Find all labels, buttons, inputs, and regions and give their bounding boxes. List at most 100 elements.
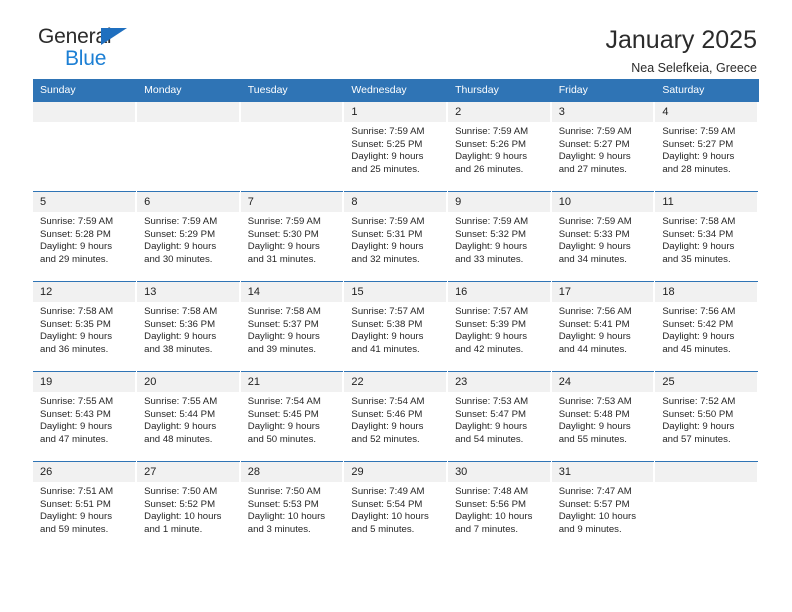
calendar-day-cell-empty (240, 101, 345, 192)
calendar-day-cell[interactable]: 7 Sunrise: 7:59 AM Sunset: 5:30 PM Daylight… (240, 191, 345, 282)
day-details: Sunrise: 7:57 AM Sunset: 5:38 PM Daylight:… (344, 302, 447, 356)
sunrise-text: Sunrise: 7:47 AM (558, 486, 632, 497)
calendar-day-cell[interactable]: 29 Sunrise: 7:49 AM Sunset: 5:54 PM Dayligh… (343, 461, 449, 552)
calendar-day-cell[interactable]: 9 Sunrise: 7:59 AM Sunset: 5:32 PM Daylight… (447, 191, 552, 282)
sunset-text: Sunset: 5:37 PM (247, 318, 319, 330)
calendar-week-row: 1 Sunrise: 7:59 AM Sunset: 5:25 PM Daylight… (33, 101, 759, 192)
calendar-day-cell[interactable]: 17 Sunrise: 7:56 AM Sunset: 5:41 PM Dayligh… (551, 281, 656, 372)
day-number: 4 (655, 102, 758, 122)
calendar-day-cell[interactable]: 14 Sunrise: 7:58 AM Sunset: 5:37 PM Dayligh… (240, 281, 345, 372)
daylight-text-line1: Daylight: 10 hours (247, 511, 326, 523)
daylight-text-line2: and 29 minutes. (40, 253, 109, 265)
daylight-text-line2: and 27 minutes. (558, 163, 627, 175)
calendar-day-cell[interactable]: 5 Sunrise: 7:59 AM Sunset: 5:28 PM Daylight… (33, 191, 138, 282)
calendar-day-cell[interactable]: 6 Sunrise: 7:59 AM Sunset: 5:29 PM Daylight… (136, 191, 241, 282)
calendar-day-cell[interactable]: 23 Sunrise: 7:53 AM Sunset: 5:47 PM Dayligh… (447, 371, 552, 462)
calendar-day-cell[interactable]: 31 Sunrise: 7:47 AM Sunset: 5:57 PM Dayligh… (551, 461, 656, 552)
day-number: 7 (240, 192, 344, 212)
day-number: 1 (344, 102, 448, 122)
daylight-text-line1: Daylight: 9 hours (247, 421, 320, 433)
daylight-text-line1: Daylight: 10 hours (558, 511, 637, 523)
daylight-text-line1: Daylight: 10 hours (455, 511, 533, 523)
sunset-text: Sunset: 5:31 PM (351, 228, 423, 240)
page-subtitle: Nea Selefkeia, Greece (631, 61, 757, 75)
sunrise-text: Sunrise: 7:50 AM (247, 486, 321, 497)
day-details: Sunrise: 7:53 AM Sunset: 5:47 PM Daylight:… (448, 392, 551, 446)
calendar-day-cell[interactable]: 26 Sunrise: 7:51 AM Sunset: 5:51 PM Dayligh… (33, 461, 138, 552)
calendar-day-cell[interactable]: 20 Sunrise: 7:55 AM Sunset: 5:44 PM Dayligh… (136, 371, 241, 462)
daylight-text-line1: Daylight: 9 hours (558, 151, 631, 163)
sunset-text: Sunset: 5:36 PM (144, 318, 216, 330)
day-number: 3 (551, 102, 655, 122)
daylight-text-line1: Daylight: 9 hours (144, 241, 217, 253)
day-number: 18 (655, 282, 758, 302)
sunrise-text: Sunrise: 7:59 AM (558, 126, 632, 137)
daylight-text-line2: and 55 minutes. (558, 433, 627, 445)
day-number: 25 (655, 372, 758, 392)
calendar-day-cell[interactable]: 2 Sunrise: 7:59 AM Sunset: 5:26 PM Daylight… (447, 101, 552, 192)
calendar-day-cell[interactable]: 19 Sunrise: 7:55 AM Sunset: 5:43 PM Dayligh… (33, 371, 138, 462)
daylight-text-line1: Daylight: 9 hours (662, 421, 735, 433)
calendar-day-cell[interactable]: 22 Sunrise: 7:54 AM Sunset: 5:46 PM Dayligh… (343, 371, 449, 462)
sunrise-text: Sunrise: 7:59 AM (662, 126, 736, 137)
daylight-text-line2: and 44 minutes. (558, 343, 627, 355)
calendar-week-row: 26 Sunrise: 7:51 AM Sunset: 5:51 PM Dayligh… (33, 461, 759, 552)
daylight-text-line1: Daylight: 9 hours (351, 421, 424, 433)
daylight-text-line1: Daylight: 9 hours (558, 241, 631, 253)
day-number: 10 (551, 192, 655, 212)
sunset-text: Sunset: 5:54 PM (351, 498, 423, 510)
calendar-day-cell[interactable]: 3 Sunrise: 7:59 AM Sunset: 5:27 PM Daylight… (551, 101, 656, 192)
daylight-text-line2: and 52 minutes. (351, 433, 420, 445)
calendar-day-cell[interactable]: 27 Sunrise: 7:50 AM Sunset: 5:52 PM Dayligh… (136, 461, 241, 552)
calendar-day-cell[interactable]: 24 Sunrise: 7:53 AM Sunset: 5:48 PM Dayligh… (551, 371, 656, 462)
calendar-day-cell[interactable]: 4 Sunrise: 7:59 AM Sunset: 5:27 PM Daylight… (654, 101, 759, 192)
day-details: Sunrise: 7:58 AM Sunset: 5:35 PM Daylight:… (33, 302, 136, 356)
daylight-text-line2: and 1 minute. (144, 523, 203, 535)
daylight-text-line2: and 59 minutes. (40, 523, 109, 535)
calendar-day-cell[interactable]: 16 Sunrise: 7:57 AM Sunset: 5:39 PM Dayligh… (447, 281, 552, 372)
daylight-text-line1: Daylight: 9 hours (558, 421, 631, 433)
daylight-text-line2: and 31 minutes. (247, 253, 317, 265)
calendar-day-cell[interactable]: 8 Sunrise: 7:59 AM Sunset: 5:31 PM Daylight… (343, 191, 449, 282)
daylight-text-line1: Daylight: 9 hours (351, 151, 424, 163)
calendar-day-cell[interactable]: 13 Sunrise: 7:58 AM Sunset: 5:36 PM Dayligh… (136, 281, 241, 372)
calendar-day-cell[interactable]: 10 Sunrise: 7:59 AM Sunset: 5:33 PM Dayligh… (551, 191, 656, 282)
day-details: Sunrise: 7:47 AM Sunset: 5:57 PM Daylight:… (552, 482, 655, 536)
day-details: Sunrise: 7:48 AM Sunset: 5:56 PM Daylight:… (448, 482, 551, 536)
daylight-text-line2: and 9 minutes. (558, 523, 622, 535)
calendar-day-cell-empty (654, 461, 759, 552)
sunset-text: Sunset: 5:28 PM (40, 228, 111, 240)
sunrise-text: Sunrise: 7:56 AM (558, 306, 632, 317)
daylight-text-line1: Daylight: 9 hours (662, 331, 735, 343)
day-details (655, 482, 758, 486)
calendar-day-cell[interactable]: 18 Sunrise: 7:56 AM Sunset: 5:42 PM Dayligh… (654, 281, 759, 372)
sunrise-text: Sunrise: 7:59 AM (351, 216, 425, 227)
calendar-day-cell[interactable]: 1 Sunrise: 7:59 AM Sunset: 5:25 PM Daylight… (343, 101, 449, 192)
weekday-header-thursday: Thursday (447, 79, 552, 102)
calendar-day-cell[interactable]: 21 Sunrise: 7:54 AM Sunset: 5:45 PM Dayligh… (240, 371, 345, 462)
calendar-day-cell[interactable]: 28 Sunrise: 7:50 AM Sunset: 5:53 PM Dayligh… (240, 461, 345, 552)
calendar-day-cell[interactable]: 30 Sunrise: 7:48 AM Sunset: 5:56 PM Dayligh… (447, 461, 552, 552)
sunset-text: Sunset: 5:47 PM (455, 408, 526, 420)
daylight-text-line1: Daylight: 9 hours (662, 151, 735, 163)
daylight-text-line1: Daylight: 9 hours (40, 241, 112, 253)
sunrise-text: Sunrise: 7:58 AM (40, 306, 114, 317)
sunrise-text: Sunrise: 7:52 AM (662, 396, 736, 407)
daylight-text-line1: Daylight: 9 hours (455, 331, 528, 343)
logo-text-general: General (38, 25, 112, 48)
day-details: Sunrise: 7:58 AM Sunset: 5:36 PM Daylight:… (137, 302, 240, 356)
sunrise-text: Sunrise: 7:58 AM (247, 306, 321, 317)
day-details: Sunrise: 7:59 AM Sunset: 5:31 PM Daylight:… (344, 212, 447, 266)
sunset-text: Sunset: 5:46 PM (351, 408, 423, 420)
daylight-text-line2: and 5 minutes. (351, 523, 415, 535)
sunrise-text: Sunrise: 7:51 AM (40, 486, 114, 497)
calendar-day-cell[interactable]: 11 Sunrise: 7:58 AM Sunset: 5:34 PM Dayligh… (654, 191, 759, 282)
calendar-day-cell[interactable]: 25 Sunrise: 7:52 AM Sunset: 5:50 PM Dayligh… (654, 371, 759, 462)
calendar-day-cell[interactable]: 15 Sunrise: 7:57 AM Sunset: 5:38 PM Dayligh… (343, 281, 449, 372)
day-details (137, 122, 240, 126)
calendar-day-cell[interactable]: 12 Sunrise: 7:58 AM Sunset: 5:35 PM Dayligh… (33, 281, 138, 372)
sunset-text: Sunset: 5:29 PM (144, 228, 216, 240)
day-number: 16 (448, 282, 551, 302)
page-title: January 2025 (605, 26, 757, 54)
sunset-text: Sunset: 5:45 PM (247, 408, 319, 420)
